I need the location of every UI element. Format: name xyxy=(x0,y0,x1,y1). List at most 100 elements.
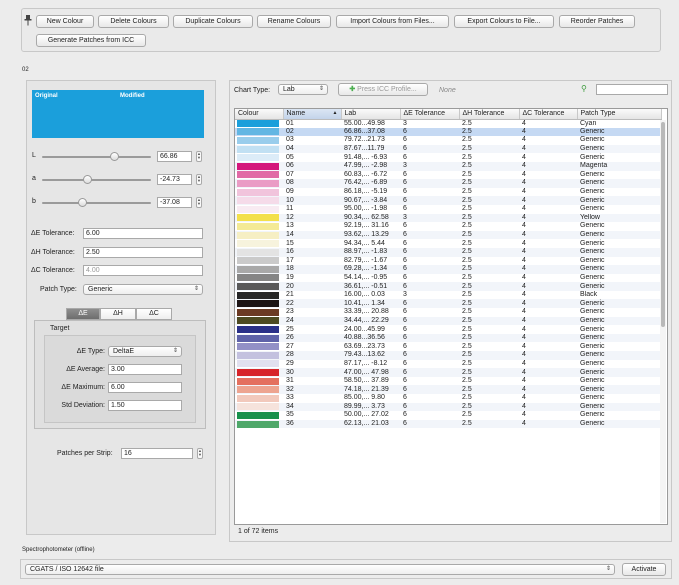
patches-per-strip-stepper[interactable]: ▲ ▼ xyxy=(197,448,203,459)
col-colour-header[interactable]: Colour xyxy=(235,109,284,120)
patch-type-cell: Generic xyxy=(580,188,605,196)
table-row[interactable]: 32 74.18,... 21.39 6 2.5 4 Generic xyxy=(235,385,661,394)
de-type-select[interactable]: DeltaE ⇕ xyxy=(108,346,182,357)
table-row[interactable]: 33 85.00,... 9.80 6 2.5 4 Generic xyxy=(235,394,661,403)
a-stepper[interactable]: ▲ ▼ xyxy=(196,174,202,185)
table-row[interactable]: 16 88.97,... -1.83 6 2.5 4 Generic xyxy=(235,247,661,257)
pin-icon[interactable] xyxy=(24,14,32,26)
chart-type-select[interactable]: Lab ⇕ xyxy=(278,84,328,95)
table-row[interactable]: 10 90.67,... -3.84 6 2.5 4 Generic xyxy=(235,196,661,205)
table-row[interactable]: 31 58.50,... 37.89 6 2.5 4 Generic xyxy=(235,377,661,386)
b-slider-track[interactable] xyxy=(42,202,151,204)
lab-cell: 88.97,... -1.83 xyxy=(341,247,400,257)
l-stepper[interactable]: ▲ ▼ xyxy=(196,151,202,162)
std-deviation-field[interactable]: 1.50 xyxy=(108,400,182,411)
table-row[interactable]: 17 82.79,... -1.67 6 2.5 4 Generic xyxy=(235,257,661,266)
import-colours-button[interactable]: Import Colours from Files... xyxy=(336,15,449,28)
table-row[interactable]: 28 79.43...13.62 6 2.5 4 Generic xyxy=(235,351,661,360)
table-row[interactable]: 36 62.13,... 21.03 6 2.5 4 Generic xyxy=(235,419,661,429)
export-colours-button[interactable]: Export Colours to File... xyxy=(454,15,554,28)
colour-swatch xyxy=(237,248,279,256)
col-dh-tolerance-header[interactable]: ΔH Tolerance xyxy=(459,109,520,120)
name-cell: 12 xyxy=(283,213,341,223)
duplicate-colours-button[interactable]: Duplicate Colours xyxy=(173,15,253,28)
col-lab-header[interactable]: Lab xyxy=(341,109,401,120)
colour-cell xyxy=(235,411,283,420)
reorder-patches-button[interactable]: Reorder Patches xyxy=(559,15,635,28)
b-slider-knob[interactable] xyxy=(78,198,87,207)
col-de-tolerance-header[interactable]: ΔE Tolerance xyxy=(400,109,460,120)
b-stepper[interactable]: ▲ ▼ xyxy=(196,197,202,208)
dh-tolerance-cell: 2.5 xyxy=(459,385,519,394)
colour-swatch xyxy=(237,136,279,144)
tab-delta-c[interactable]: ΔC xyxy=(136,308,172,320)
b-value-field[interactable]: -37.08 xyxy=(157,197,192,208)
lab-cell: 47.99,... -2.98 xyxy=(341,161,400,171)
table-row[interactable]: 22 10.41,... 1.34 6 2.5 4 Generic xyxy=(235,299,661,309)
table-row[interactable]: 21 16.00,... 0.03 3 2.5 4 Black xyxy=(235,291,661,300)
table-row[interactable]: 05 91.48,... -6.93 6 2.5 4 Generic xyxy=(235,153,661,162)
lab-cell: 79.72...21.73 xyxy=(344,136,385,144)
table-row[interactable]: 20 36.61,... -0.51 6 2.5 4 Generic xyxy=(235,282,661,291)
table-row[interactable]: 13 92.19,... 31.16 6 2.5 4 Generic xyxy=(235,222,661,231)
de-tolerance-cell: 6 xyxy=(403,308,407,316)
colour-cell xyxy=(235,291,283,300)
table-row[interactable]: 12 90.34,... 62.58 3 2.5 4 Yellow xyxy=(235,213,661,223)
dh-tolerance-field[interactable]: 2.50 xyxy=(83,247,203,258)
tab-delta-e[interactable]: ΔE xyxy=(66,308,100,320)
col-name-header[interactable]: Name ▲ xyxy=(283,109,342,120)
table-row[interactable]: 26 40.88...36.56 6 2.5 4 Generic xyxy=(235,333,661,343)
table-scrollbar[interactable] xyxy=(660,120,666,523)
delete-colours-button[interactable]: Delete Colours xyxy=(98,15,169,28)
activate-button[interactable]: Activate xyxy=(622,563,666,576)
de-tolerance-field[interactable]: 6.00 xyxy=(83,228,203,239)
l-value-field[interactable]: 66.86 xyxy=(157,151,192,162)
table-row[interactable]: 04 87.67...11.79 6 2.5 4 Generic xyxy=(235,144,661,154)
table-row[interactable]: 19 54.14,... -0.95 6 2.5 4 Generic xyxy=(235,274,661,283)
new-colour-button[interactable]: New Colour xyxy=(36,15,94,28)
rename-colours-button[interactable]: Rename Colours xyxy=(257,15,331,28)
table-row[interactable]: 03 79.72...21.73 6 2.5 4 Generic xyxy=(235,136,661,145)
patches-per-strip-field[interactable]: 16 xyxy=(121,448,193,459)
col-patch-type-header[interactable]: Patch Type xyxy=(577,109,662,120)
patch-type-cell: Generic xyxy=(580,153,605,161)
de-maximum-field[interactable]: 6.00 xyxy=(108,382,182,393)
table-row[interactable]: 07 60.83,... -6.72 6 2.5 4 Generic xyxy=(235,171,661,180)
de-tolerance-cell: 6 xyxy=(403,188,407,196)
a-slider-knob[interactable] xyxy=(83,175,92,184)
de-average-field[interactable]: 3.00 xyxy=(108,364,182,375)
table-row[interactable]: 27 63.69...23.73 6 2.5 4 Generic xyxy=(235,342,661,351)
table-row[interactable]: 14 93.62,... 13.29 6 2.5 4 Generic xyxy=(235,230,661,240)
table-row[interactable]: 11 95.00,... -1.98 6 2.5 4 Generic xyxy=(235,205,661,214)
table-row[interactable]: 24 34.44,... 22.29 6 2.5 4 Generic xyxy=(235,316,661,326)
device-select[interactable]: CGATS / ISO 12642 file ⇕ xyxy=(25,564,615,575)
table-row[interactable]: 01 55.00...49.98 3 2.5 4 Cyan xyxy=(235,119,661,128)
search-input[interactable] xyxy=(596,84,668,95)
generate-patches-button[interactable]: Generate Patches from ICC xyxy=(36,34,146,47)
profile-value: None xyxy=(439,87,456,94)
table-scroll-thumb[interactable] xyxy=(661,122,665,327)
colour-swatch xyxy=(237,145,279,153)
patch-type-select[interactable]: Generic ⇕ xyxy=(83,284,203,295)
table-row[interactable]: 02 66.86...37.08 6 2.5 4 Generic xyxy=(235,127,661,137)
table-row[interactable]: 25 24.00...45.99 6 2.5 4 Generic xyxy=(235,325,661,334)
table-row[interactable]: 08 76.42,... -6.89 6 2.5 4 Generic xyxy=(235,179,661,188)
table-row[interactable]: 18 69.28,... -1.34 6 2.5 4 Generic xyxy=(235,265,661,274)
l-slider-knob[interactable] xyxy=(110,152,119,161)
table-row[interactable]: 23 33.39,... 20.88 6 2.5 4 Generic xyxy=(235,308,661,317)
press-icc-profile-button[interactable]: ✚ Press ICC Profile... xyxy=(338,83,428,96)
tab-delta-h[interactable]: ΔH xyxy=(100,308,136,320)
a-value-field[interactable]: -24.73 xyxy=(157,174,192,185)
l-slider-track[interactable] xyxy=(42,156,151,158)
colour-cell xyxy=(235,222,283,231)
table-row[interactable]: 34 89.99,... 3.73 6 2.5 4 Generic xyxy=(235,402,661,412)
a-slider-track[interactable] xyxy=(42,179,151,181)
table-row[interactable]: 35 50.00,... 27.02 6 2.5 4 Generic xyxy=(235,411,661,420)
colour-swatch xyxy=(237,171,279,179)
table-row[interactable]: 06 47.99,... -2.98 3 2.5 4 Magenta xyxy=(235,161,661,171)
table-row[interactable]: 30 47.00,... 47.98 6 2.5 4 Generic xyxy=(235,368,661,377)
table-row[interactable]: 29 87.17,... -8.12 6 2.5 4 Generic xyxy=(235,360,661,369)
table-row[interactable]: 15 94.34,... 5.44 6 2.5 4 Generic xyxy=(235,239,661,248)
col-dc-tolerance-header[interactable]: ΔC Tolerance xyxy=(519,109,578,120)
table-row[interactable]: 09 86.18,... -5.19 6 2.5 4 Generic xyxy=(235,188,661,197)
